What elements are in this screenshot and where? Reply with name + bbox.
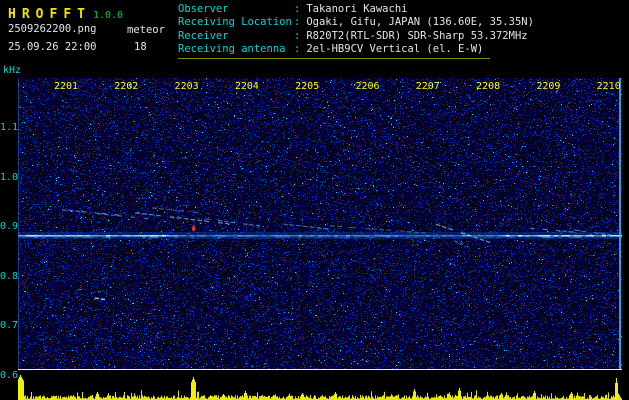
freq-tick-label: 0.9: [0, 221, 19, 233]
freq-tick-label: 0.6: [0, 369, 19, 381]
info-table: Observer: Takanori Kawachi Receiving Locat…: [178, 3, 534, 57]
app-version: 1.0.0: [92, 10, 124, 21]
info-value: 2el-HB9CV Vertical (el. E-W): [306, 43, 484, 56]
app-title-letter: O: [35, 7, 44, 22]
time-tick-label: 2202: [114, 81, 139, 92]
info-colon: :: [294, 29, 301, 42]
info-label: Receiver: [178, 29, 229, 42]
info-label: Receiving antenna: [178, 43, 286, 56]
info-row: Receiving Location: Ogaki, Gifu, JAPAN (1…: [178, 16, 534, 29]
info-row: Observer: Takanori Kawachi: [178, 3, 534, 16]
spectrogram-canvas: [18, 78, 622, 370]
output-filename: 2509262200.png: [8, 23, 97, 35]
time-tick-label: 2208: [476, 81, 501, 92]
info-value: R820T2(RTL-SDR) SDR-Sharp 53.372MHz: [306, 29, 528, 42]
app-title-letter: F: [49, 7, 58, 22]
info-value: Takanori Kawachi: [306, 3, 408, 15]
freq-unit-label: kHz: [3, 65, 22, 76]
info-row: Receiver: R820T2(RTL-SDR) SDR-Sharp 53.37…: [178, 30, 534, 43]
time-tick-label: 2205: [295, 81, 320, 92]
echo-count: 18: [134, 41, 147, 53]
app-title-letter: R: [21, 7, 30, 22]
info-label: Receiving Location: [178, 16, 292, 29]
time-tick-label: 2210: [596, 81, 621, 92]
hrofft-window: H R O F F T 1.0.0 2509262200.png meteor 25.09.…: [0, 0, 629, 400]
freq-tick-label: 1.1: [0, 121, 19, 133]
info-label: Observer: [178, 3, 229, 15]
time-tick-label: 2209: [536, 81, 561, 92]
info-value: Ogaki, Gifu, JAPAN (136.60E, 35.35N): [306, 16, 534, 29]
app-title-letter: F: [63, 7, 72, 22]
time-tick-label: 2201: [53, 81, 79, 92]
freq-tick-label: 1.0: [0, 171, 19, 183]
signal-level-canvas: [18, 371, 622, 400]
time-tick-label: 2203: [174, 81, 199, 92]
info-colon: :: [294, 3, 301, 15]
time-tick-label: 2207: [415, 81, 440, 92]
freq-tick-label: 0.8: [0, 270, 19, 282]
timestamp: 25.09.26 22:00: [8, 41, 97, 53]
app-title-letter: H: [8, 7, 16, 22]
info-colon: :: [294, 43, 301, 56]
time-tick-label: 2206: [355, 81, 380, 92]
info-colon: :: [294, 16, 301, 29]
mode-label: meteor: [127, 24, 165, 36]
freq-tick-label: 0.7: [0, 320, 19, 332]
info-row: Receiving antenna:2el-HB9CV Vertical (el…: [178, 43, 534, 56]
app-title: H R O F F T 1.0.0: [8, 3, 123, 22]
level-reference-line: [18, 369, 622, 370]
app-title-letter: T: [77, 7, 85, 22]
time-tick-label: 2204: [234, 81, 259, 92]
info-underline: [178, 58, 490, 59]
